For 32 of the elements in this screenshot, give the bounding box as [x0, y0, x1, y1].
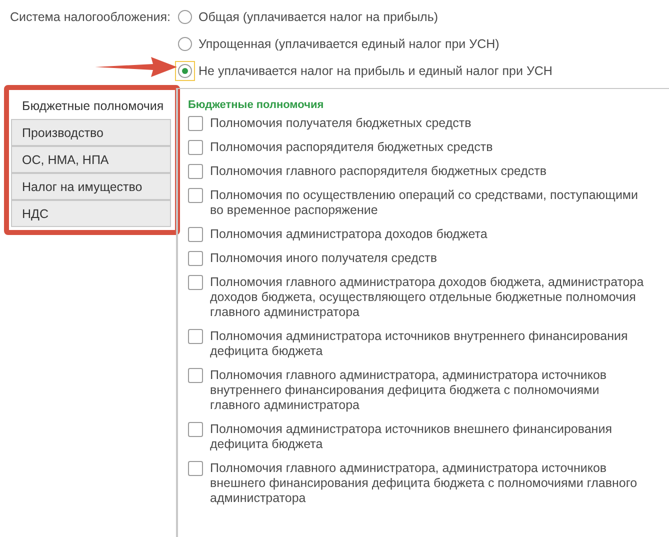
checkbox[interactable]	[188, 251, 203, 266]
checkbox-label: Полномочия распорядителя бюджетных средств	[210, 140, 493, 155]
checkbox-label: Полномочия главного администратора доходов бюджета, администратора доходов бюджета, осуществляющего отдельные бюджетные полномочия главного администратора	[210, 275, 645, 320]
field-label: Система налогообложения:	[10, 10, 171, 24]
checkbox-label: Полномочия главного администратора, администратора источников внешнего финансирования дефицита бюджета с полномочиями главного администратора	[210, 461, 638, 506]
tab[interactable]: НДС	[11, 200, 171, 227]
radio-label: Не уплачивается налог на прибыль и единый налог при УСН	[198, 64, 552, 78]
radio-label: Упрощенная (уплачивается единый налог при УСН)	[198, 37, 500, 51]
checkbox-label: Полномочия главного администратора, администратора источников внутреннего финансирования дефицита бюджета с полномочиями главного администратора	[210, 368, 608, 413]
tab[interactable]: ОС, НМА, НПА	[11, 146, 171, 173]
checkbox[interactable]	[188, 188, 203, 203]
radio-button[interactable]	[174, 61, 195, 81]
checkbox-label: Полномочия администратора источников внешнего финансирования дефицита бюджета	[210, 422, 613, 452]
radio-label: Общая (уплачивается налог на прибыль)	[198, 10, 438, 24]
checkbox[interactable]	[188, 227, 203, 242]
checkbox[interactable]	[188, 329, 203, 344]
checkbox[interactable]	[188, 116, 203, 131]
checkbox[interactable]	[188, 275, 203, 290]
checkbox[interactable]	[188, 368, 203, 383]
checkbox-label: Полномочия по осуществлению операций со средствами, поступающими во временное распоряжение	[210, 188, 640, 218]
checkbox[interactable]	[188, 140, 203, 155]
checkbox[interactable]	[188, 422, 203, 437]
section-title: Бюджетные полномочия	[188, 99, 325, 111]
checkbox[interactable]	[188, 461, 203, 476]
checkbox-label: Полномочия главного распорядителя бюджетных средств	[210, 164, 547, 179]
tab[interactable]: Налог на имущество	[11, 173, 171, 200]
tab[interactable]: Производство	[11, 119, 171, 146]
checkbox[interactable]	[188, 164, 203, 179]
checkbox-label: Полномочия администратора источников внутреннего финансирования дефицита бюджета	[210, 329, 629, 359]
checkbox-label: Полномочия получателя бюджетных средств	[210, 116, 472, 131]
checkbox-label: Полномочия иного получателя средств	[210, 251, 437, 266]
checkbox-label: Полномочия администратора доходов бюджета	[210, 227, 488, 242]
